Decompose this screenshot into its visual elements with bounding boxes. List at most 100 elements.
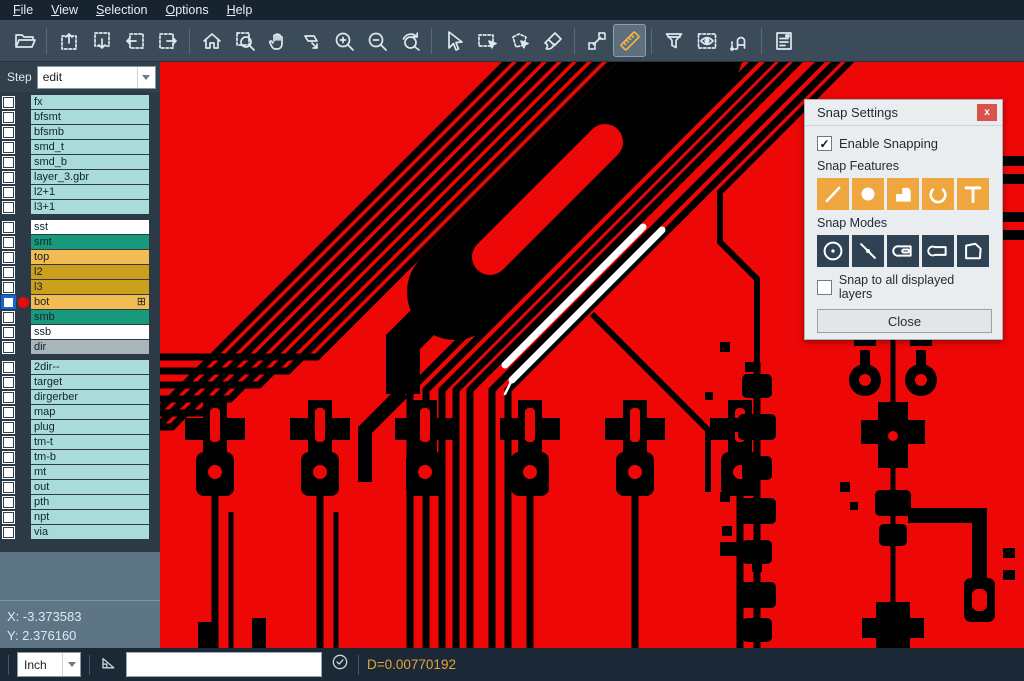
menu-selection[interactable]: Selection — [87, 0, 156, 20]
layer-visibility-checkbox[interactable] — [1, 220, 16, 234]
report-button[interactable] — [767, 24, 800, 57]
layer-label[interactable]: plug — [31, 420, 149, 434]
layer-row[interactable]: layer_3.gbr — [0, 170, 160, 184]
layer-label[interactable]: smd_t — [31, 140, 149, 154]
layer-visibility-checkbox[interactable] — [1, 310, 16, 324]
layer-visibility-checkbox[interactable] — [1, 235, 16, 249]
layer-visibility-checkbox[interactable] — [1, 265, 16, 279]
layer-row[interactable]: smd_t — [0, 140, 160, 154]
layer-label[interactable]: dirgerber — [31, 390, 149, 404]
layer-label[interactable]: bfsmb — [31, 125, 149, 139]
select-pointer-button[interactable] — [437, 24, 470, 57]
layer-visibility-checkbox[interactable] — [1, 435, 16, 449]
dialog-titlebar[interactable]: Snap Settings x — [805, 100, 1002, 126]
select-rectangle-button[interactable] — [470, 24, 503, 57]
layer-label[interactable]: l2 — [31, 265, 149, 279]
layer-row[interactable]: tm-t — [0, 435, 160, 449]
unit-select[interactable]: Inch — [17, 652, 81, 677]
layer-row[interactable]: smd_b — [0, 155, 160, 169]
layer-label[interactable]: dir — [31, 340, 149, 354]
layer-label[interactable]: 2dir-- — [31, 360, 149, 374]
snap-feature-line-button[interactable] — [817, 178, 849, 210]
layer-visibility-checkbox[interactable] — [1, 170, 16, 184]
layer-label[interactable]: map — [31, 405, 149, 419]
pan-button[interactable] — [261, 24, 294, 57]
menu-file[interactable]: File — [4, 0, 42, 20]
layer-label[interactable]: top — [31, 250, 149, 264]
layer-visibility-checkbox[interactable] — [1, 450, 16, 464]
enable-snapping-row[interactable]: ✓ Enable Snapping — [817, 136, 990, 151]
layer-visibility-checkbox[interactable] — [1, 340, 16, 354]
menu-options[interactable]: Options — [156, 0, 217, 20]
layer-row[interactable]: fx — [0, 95, 160, 109]
layer-row[interactable]: 2dir-- — [0, 360, 160, 374]
measure-input[interactable] — [126, 652, 322, 677]
layer-label[interactable]: via — [31, 525, 149, 539]
snap-feature-text-button[interactable] — [957, 178, 989, 210]
pad-left-button[interactable] — [118, 24, 151, 57]
dialog-close-button[interactable]: x — [977, 104, 997, 121]
layer-visibility-checkbox[interactable] — [1, 155, 16, 169]
snap-feature-pad-button[interactable] — [852, 178, 884, 210]
snap-mode-contour-button[interactable] — [957, 235, 989, 267]
layer-row[interactable]: bfsmt — [0, 110, 160, 124]
layer-row[interactable]: smt — [0, 235, 160, 249]
layer-label[interactable]: sst — [31, 220, 149, 234]
layer-label[interactable]: layer_3.gbr — [31, 170, 149, 184]
open-button[interactable] — [8, 24, 41, 57]
layer-label[interactable]: bfsmt — [31, 110, 149, 124]
layer-visibility-checkbox[interactable] — [1, 360, 16, 374]
pad-up-button[interactable] — [52, 24, 85, 57]
layer-row[interactable]: dir — [0, 340, 160, 354]
layer-row[interactable]: l2+1 — [0, 185, 160, 199]
layer-label[interactable]: mt — [31, 465, 149, 479]
layer-label[interactable]: target — [31, 375, 149, 389]
enable-snapping-checkbox[interactable]: ✓ — [817, 136, 832, 151]
layer-visibility-checkbox[interactable] — [1, 250, 16, 264]
zoom-previous-button[interactable] — [393, 24, 426, 57]
layer-row[interactable]: tm-b — [0, 450, 160, 464]
layer-visibility-checkbox[interactable] — [1, 420, 16, 434]
zoom-window-button[interactable] — [228, 24, 261, 57]
layer-row[interactable]: l3 — [0, 280, 160, 294]
zoom-in-button[interactable] — [327, 24, 360, 57]
move-view-button[interactable] — [294, 24, 327, 57]
snap-mode-slot-button[interactable] — [922, 235, 954, 267]
snap-all-layers-row[interactable]: Snap to all displayed layers — [817, 273, 990, 301]
menu-help[interactable]: Help — [218, 0, 262, 20]
layer-row[interactable]: npt — [0, 510, 160, 524]
step-select[interactable]: edit — [37, 66, 156, 89]
layer-label[interactable]: l3+1 — [31, 200, 149, 214]
layer-label[interactable]: tm-t — [31, 435, 149, 449]
layer-visibility-checkbox[interactable] — [1, 140, 16, 154]
layer-label[interactable]: smt — [31, 235, 149, 249]
measure-distance-button[interactable] — [580, 24, 613, 57]
snap-feature-surface-button[interactable] — [887, 178, 919, 210]
layer-row[interactable]: l2 — [0, 265, 160, 279]
layer-visibility-checkbox[interactable] — [1, 405, 16, 419]
layer-row[interactable]: out — [0, 480, 160, 494]
layer-label[interactable]: tm-b — [31, 450, 149, 464]
layer-label[interactable]: pth — [31, 495, 149, 509]
dialog-close-action-button[interactable]: Close — [817, 309, 992, 333]
layer-visibility-checkbox[interactable] — [1, 110, 16, 124]
snap-mode-slot-outline-button[interactable] — [887, 235, 919, 267]
select-polygon-button[interactable] — [503, 24, 536, 57]
clean-button[interactable] — [536, 24, 569, 57]
layer-label[interactable]: bot⊞ — [31, 295, 149, 309]
layer-row[interactable]: ssb — [0, 325, 160, 339]
layer-row[interactable]: bfsmb — [0, 125, 160, 139]
layer-visibility-checkbox[interactable] — [1, 480, 16, 494]
layer-label[interactable]: ssb — [31, 325, 149, 339]
layer-row[interactable]: target — [0, 375, 160, 389]
layer-label[interactable]: out — [31, 480, 149, 494]
layer-row[interactable]: pth — [0, 495, 160, 509]
layer-label[interactable]: smd_b — [31, 155, 149, 169]
layer-label[interactable]: l3 — [31, 280, 149, 294]
layer-visibility-checkbox[interactable] — [1, 295, 16, 309]
pad-right-button[interactable] — [151, 24, 184, 57]
layer-row[interactable]: mt — [0, 465, 160, 479]
pad-down-button[interactable] — [85, 24, 118, 57]
layer-row[interactable]: sst — [0, 220, 160, 234]
measure-ruler-button[interactable] — [613, 24, 646, 57]
